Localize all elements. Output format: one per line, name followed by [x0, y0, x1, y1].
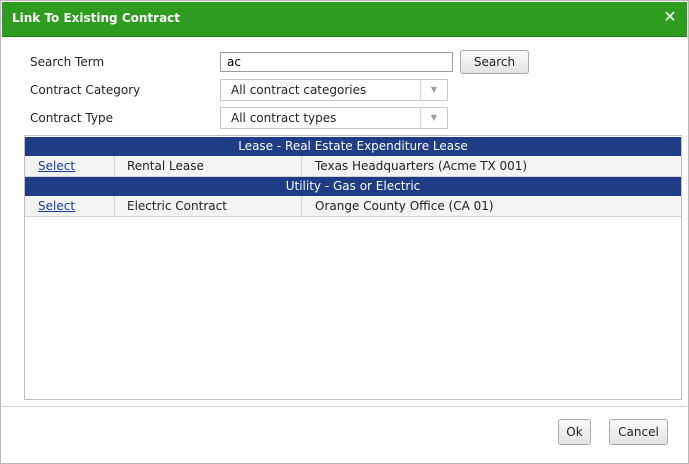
chevron-down-icon: ▼ [420, 80, 447, 100]
table-row: Select Rental Lease Texas Headquarters (… [25, 156, 681, 177]
link-contract-dialog: Link To Existing Contract ✕ Search Term … [0, 0, 689, 464]
select-link[interactable]: Select [38, 156, 75, 176]
contract-category-value: All contract categories [231, 83, 367, 97]
dialog-title-bar: Link To Existing Contract ✕ [2, 2, 687, 37]
group-header: Lease - Real Estate Expenditure Lease [25, 137, 681, 156]
contract-type-value: All contract types [231, 111, 337, 125]
contract-name-cell: Electric Contract [114, 196, 227, 216]
contract-category-select[interactable]: All contract categories ▼ [220, 79, 448, 101]
search-term-label: Search Term [30, 55, 105, 69]
dialog-title: Link To Existing Contract [12, 11, 181, 25]
group-header: Utility - Gas or Electric [25, 177, 681, 196]
contract-name-cell: Rental Lease [114, 156, 204, 176]
contract-type-select[interactable]: All contract types ▼ [220, 107, 448, 129]
contract-category-label: Contract Category [30, 83, 141, 97]
ok-button[interactable]: Ok [558, 419, 591, 445]
chevron-down-icon: ▼ [420, 108, 447, 128]
table-row: Select Electric Contract Orange County O… [25, 196, 681, 217]
search-term-input[interactable] [220, 52, 453, 72]
results-grid: Lease - Real Estate Expenditure Lease Se… [24, 135, 682, 400]
location-cell: Orange County Office (CA 01) [301, 196, 494, 216]
contract-type-label: Contract Type [30, 111, 113, 125]
location-cell: Texas Headquarters (Acme TX 001) [301, 156, 527, 176]
select-link[interactable]: Select [38, 196, 75, 216]
footer-divider [2, 406, 687, 407]
search-button[interactable]: Search [460, 50, 529, 74]
cancel-button[interactable]: Cancel [609, 419, 668, 445]
close-icon[interactable]: ✕ [661, 7, 679, 27]
